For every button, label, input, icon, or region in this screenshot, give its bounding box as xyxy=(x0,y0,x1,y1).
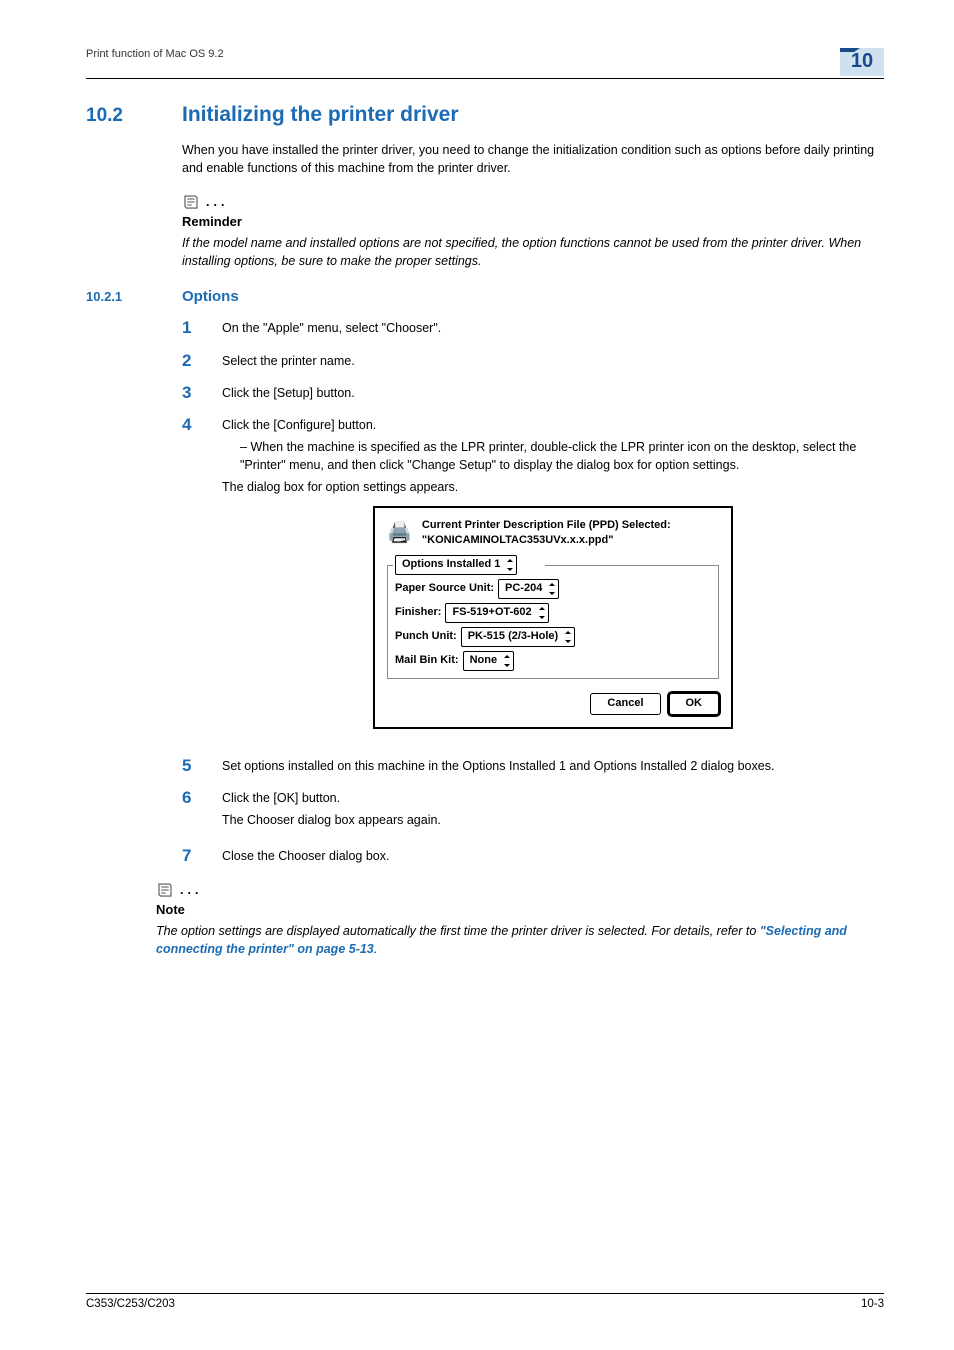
ok-button[interactable]: OK xyxy=(669,693,720,715)
footer-rule xyxy=(86,1293,884,1294)
chapter-number-badge: 10 xyxy=(840,48,884,76)
finisher-label: Finisher: xyxy=(395,605,441,621)
subsection-heading: 10.2.1 Options xyxy=(86,288,884,305)
step-text: Click the [Configure] button. xyxy=(222,416,884,434)
reminder-callout: ... Reminder If the model name and insta… xyxy=(182,193,884,270)
section-number: 10.2 xyxy=(86,105,156,127)
options-dialog: 🖨️ Current Printer Description File (PPD… xyxy=(373,506,733,728)
step-text: Click the [OK] button. xyxy=(222,789,884,807)
step-number: 5 xyxy=(182,757,222,775)
note-label: Note xyxy=(156,901,884,920)
step-number: 2 xyxy=(182,352,222,370)
section-intro: When you have installed the printer driv… xyxy=(182,141,884,177)
running-title: Print function of Mac OS 9.2 xyxy=(86,48,224,60)
step-after-text: The Chooser dialog box appears again. xyxy=(222,811,884,829)
step-number: 1 xyxy=(182,319,222,337)
step-subbullet: When the machine is specified as the LPR… xyxy=(240,438,884,474)
paper-source-select[interactable]: PC-204 xyxy=(498,579,559,599)
reminder-label: Reminder xyxy=(182,213,884,232)
step-number: 3 xyxy=(182,384,222,402)
step-4: 4 Click the [Configure] button. When the… xyxy=(222,416,884,743)
step-6: 6 Click the [OK] button. The Chooser dia… xyxy=(222,789,884,833)
subsection-number: 10.2.1 xyxy=(86,289,156,304)
note-callout: ... Note The option settings are display… xyxy=(156,881,884,958)
step-text: On the "Apple" menu, select "Chooser". xyxy=(222,319,884,337)
step-5: 5 Set options installed on this machine … xyxy=(222,757,884,775)
note-text-suffix: . xyxy=(374,942,377,956)
footer-model: C353/C253/C203 xyxy=(86,1298,175,1310)
step-text: Close the Chooser dialog box. xyxy=(222,847,884,865)
section-heading: 10.2 Initializing the printer driver xyxy=(86,103,884,127)
printer-icon: 🖨️ xyxy=(387,523,412,543)
step-2: 2 Select the printer name. xyxy=(222,352,884,370)
footer-page-number: 10-3 xyxy=(861,1298,884,1310)
section-title: Initializing the printer driver xyxy=(182,103,459,127)
step-1: 1 On the "Apple" menu, select "Chooser". xyxy=(222,319,884,337)
paper-source-label: Paper Source Unit: xyxy=(395,581,494,597)
dialog-header-line1: Current Printer Description File (PPD) S… xyxy=(422,518,671,532)
mail-bin-select[interactable]: None xyxy=(463,651,515,671)
header-rule xyxy=(86,78,884,79)
dialog-header-line2: "KONICAMINOLTAC353UVx.x.x.ppd" xyxy=(422,533,671,547)
step-number: 6 xyxy=(182,789,222,833)
subsection-title: Options xyxy=(182,288,239,305)
punch-unit-select[interactable]: PK-515 (2/3-Hole) xyxy=(461,627,575,647)
page-footer: C353/C253/C203 10-3 xyxy=(86,1293,884,1310)
step-number: 7 xyxy=(182,847,222,865)
ellipsis-icon: ... xyxy=(206,193,228,211)
note-text-prefix: The option settings are displayed automa… xyxy=(156,924,760,938)
note-body: The option settings are displayed automa… xyxy=(156,922,884,958)
step-7: 7 Close the Chooser dialog box. xyxy=(222,847,884,865)
note-icon xyxy=(156,881,174,899)
finisher-select[interactable]: FS-519+OT-602 xyxy=(445,603,548,623)
running-header: Print function of Mac OS 9.2 10 xyxy=(86,48,884,76)
ellipsis-icon: ... xyxy=(180,881,202,899)
step-text: Set options installed on this machine in… xyxy=(222,757,884,775)
cancel-button[interactable]: Cancel xyxy=(590,693,660,715)
punch-unit-label: Punch Unit: xyxy=(395,629,457,645)
step-number: 4 xyxy=(182,416,222,743)
step-text: Select the printer name. xyxy=(222,352,884,370)
step-3: 3 Click the [Setup] button. xyxy=(222,384,884,402)
step-text: Click the [Setup] button. xyxy=(222,384,884,402)
options-installed-select[interactable]: Options Installed 1 xyxy=(395,555,517,575)
note-icon xyxy=(182,193,200,211)
reminder-body: If the model name and installed options … xyxy=(182,234,884,270)
step-after-text: The dialog box for option settings appea… xyxy=(222,478,884,496)
mail-bin-label: Mail Bin Kit: xyxy=(395,653,459,669)
